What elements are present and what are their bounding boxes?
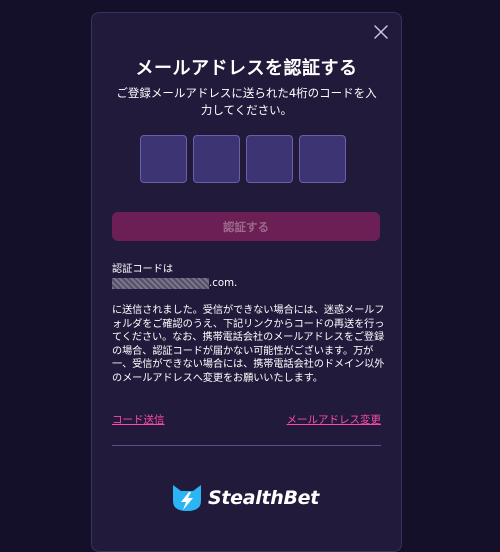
verify-button[interactable]: 認証する	[112, 212, 380, 241]
resend-code-link[interactable]: コード送信	[112, 412, 165, 427]
link-row: コード送信 メールアドレス変更	[112, 412, 381, 427]
change-email-link[interactable]: メールアドレス変更	[287, 412, 382, 427]
code-digit-1[interactable]	[140, 135, 187, 183]
code-prefix-text: 認証コードは	[112, 264, 174, 275]
logo-text: StealthBet	[208, 487, 320, 509]
masked-email: .com.	[112, 277, 388, 291]
verify-email-modal: メールアドレスを認証する ご登録メールアドレスに送られた4桁のコードを入力してく…	[91, 12, 402, 552]
info-text: 認証コードは .com. に送信されました。受信ができない場合には、迷惑メールフ…	[112, 263, 388, 385]
stealthbet-logo: StealthBet	[170, 483, 319, 513]
email-suffix: .com.	[209, 277, 238, 289]
email-redaction	[112, 277, 209, 289]
code-digit-2[interactable]	[193, 135, 240, 183]
divider	[112, 445, 381, 446]
modal-subtitle: ご登録メールアドレスに送られた4桁のコードを入力してください。	[116, 86, 377, 117]
code-input-group	[140, 135, 346, 183]
cat-lightning-icon	[173, 485, 201, 511]
modal-title: メールアドレスを認証する	[135, 58, 358, 79]
code-digit-4[interactable]	[299, 135, 346, 183]
description-text: に送信されました。受信ができない場合には、迷惑メールフォルダをご確認のうえ、下記…	[112, 305, 385, 384]
close-icon[interactable]	[373, 24, 389, 40]
code-digit-3[interactable]	[246, 135, 293, 183]
